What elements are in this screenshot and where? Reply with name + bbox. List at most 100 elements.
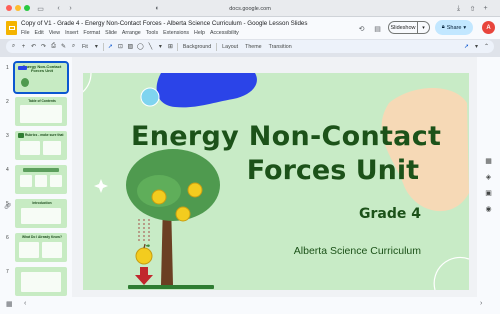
privacy-icon[interactable]: ◐ <box>152 3 163 14</box>
contacts-icon[interactable]: ◉ <box>482 202 495 215</box>
corner-arc-shape <box>83 73 92 93</box>
thumbnail-row[interactable]: 3 Rubrics - make sure that <box>2 131 70 161</box>
slideshow-button[interactable]: Slideshow <box>388 21 418 34</box>
thumbnail-blob <box>18 66 27 70</box>
toolbar: ⌕ + ↶ ↷ ⎙ ✎ ⌕ Fit ▾ ➚ ⊡ ▨ ◯ ╲ ▾ ⊞ Backgr… <box>6 40 494 53</box>
theme-button[interactable]: Theme <box>243 44 264 50</box>
thumbnail-text-block <box>21 208 61 224</box>
thumbnail-table <box>20 105 62 123</box>
thumbnail-row[interactable]: 2 Table of Contents <box>2 97 70 127</box>
grid-view-icon[interactable]: ▦ <box>6 300 13 308</box>
minimize-window-button[interactable] <box>15 5 21 11</box>
calendar-icon[interactable]: ▦ <box>482 154 495 167</box>
bottom-bar: ▦ ‹ › <box>0 297 500 314</box>
share-page-icon[interactable]: ⇧ <box>467 3 478 14</box>
slideshow-dropdown-icon[interactable]: ▾ <box>418 21 430 34</box>
menu-file[interactable]: File <box>21 30 30 36</box>
menu-slide[interactable]: Slide <box>105 30 117 36</box>
ground-shape <box>128 285 214 289</box>
address-bar[interactable]: docs.google.com <box>180 3 320 14</box>
thumbnail-header <box>23 168 59 172</box>
transition-button[interactable]: Transition <box>267 44 294 50</box>
close-window-button[interactable] <box>6 5 12 11</box>
search-menus-icon[interactable]: ⌕ <box>10 43 17 50</box>
layout-button[interactable]: Layout <box>220 44 240 50</box>
paint-format-icon[interactable]: ✎ <box>60 43 67 50</box>
back-icon[interactable]: ‹ <box>53 3 64 14</box>
menu-help[interactable]: Help <box>194 30 205 36</box>
avatar[interactable]: A <box>482 21 495 34</box>
menu-insert[interactable]: Insert <box>65 30 78 36</box>
app-header: Copy of V1 - Grade 4 - Energy Non-Contac… <box>0 17 500 39</box>
slide-thumbnail[interactable] <box>15 267 67 296</box>
divider <box>102 42 104 51</box>
zoom-dropdown-icon[interactable]: ▾ <box>93 43 100 50</box>
maximize-window-button[interactable] <box>24 5 30 11</box>
menu-extensions[interactable]: Extensions <box>163 30 189 36</box>
zoom-select[interactable]: Fit <box>80 44 90 50</box>
undo-icon[interactable]: ↶ <box>30 43 37 50</box>
thumbnail-title: Rubrics - make sure that <box>25 133 64 137</box>
redo-icon[interactable]: ↷ <box>40 43 47 50</box>
share-label: Share <box>446 24 462 31</box>
tasks-icon[interactable]: ▣ <box>482 186 495 199</box>
document-title[interactable]: Copy of V1 - Grade 4 - Energy Non-Contac… <box>21 20 307 27</box>
menu-view[interactable]: View <box>49 30 60 36</box>
cursor-mode-icon[interactable]: ➚ <box>463 43 470 50</box>
slide-thumbnail[interactable]: Energy Non-Contact Forces Unit <box>13 61 69 94</box>
slide-subtitle[interactable]: Alberta Science Curriculum <box>243 245 421 257</box>
slide-thumbnail[interactable] <box>15 165 67 194</box>
expand-panel-icon[interactable]: › <box>480 300 482 307</box>
collapse-toolbar-icon[interactable]: ⌃ <box>483 43 490 50</box>
new-slide-icon[interactable]: + <box>20 44 27 50</box>
line-dropdown-icon[interactable]: ▾ <box>157 43 164 50</box>
keep-icon[interactable]: ◈ <box>482 170 495 183</box>
slide-thumbnail[interactable]: What Do I Already Know? <box>15 233 67 262</box>
apple-leaf-shape <box>145 244 150 247</box>
thumbnail-tree <box>21 78 29 87</box>
thumbnail-title: Table of Contents <box>28 99 56 103</box>
forward-icon[interactable]: › <box>65 3 76 14</box>
background-button[interactable]: Background <box>181 44 213 50</box>
new-tab-icon[interactable]: + <box>480 3 491 14</box>
history-icon[interactable]: ⟲ <box>356 23 367 34</box>
download-icon[interactable]: ⤓ <box>453 3 464 14</box>
link-icon[interactable]: 🔗︎ <box>4 203 12 210</box>
print-icon[interactable]: ⎙ <box>50 43 57 50</box>
slide-thumbnail[interactable]: Table of Contents <box>15 97 67 126</box>
thumbnail-row[interactable]: 4 <box>2 165 70 195</box>
text-box-icon[interactable]: ⊡ <box>117 43 124 50</box>
shape-icon[interactable]: ◯ <box>137 43 144 50</box>
thumbnail-row[interactable]: 7 <box>2 267 70 297</box>
thumbnail-row[interactable]: 1 Energy Non-Contact Forces Unit <box>2 61 70 94</box>
thumbnail-title: Introduction <box>32 201 52 205</box>
slide-grade-label[interactable]: Grade 4 <box>313 206 421 222</box>
menu-edit[interactable]: Edit <box>35 30 44 36</box>
zoom-icon[interactable]: ⌕ <box>70 43 77 50</box>
outline-circle-shape <box>140 87 160 107</box>
comments-icon[interactable]: ▤ <box>372 23 383 34</box>
image-icon[interactable]: ▨ <box>127 43 134 50</box>
menu-tools[interactable]: Tools <box>146 30 158 36</box>
slide-1[interactable]: Energy Non-Contact Forces Unit Grade 4 A… <box>83 73 469 290</box>
collapse-filmstrip-icon[interactable]: ‹ <box>24 300 26 307</box>
share-button[interactable]: 🔒︎ Share ▾ <box>435 20 473 35</box>
slide-title-line-1[interactable]: Energy Non-Contact <box>131 121 441 152</box>
slide-title-line-2[interactable]: Forces Unit <box>131 155 419 186</box>
select-tool-icon[interactable]: ➚ <box>107 43 114 50</box>
line-icon[interactable]: ╲ <box>147 43 154 50</box>
comment-add-icon[interactable]: ⊞ <box>167 43 174 50</box>
thumbnail-text-block <box>21 272 61 292</box>
menu-accessibility[interactable]: Accessibility <box>210 30 239 36</box>
slideshow-label: Slideshow <box>390 24 416 31</box>
menu-arrange[interactable]: Arrange <box>122 30 141 36</box>
thumbnail-row[interactable]: 5 Introduction <box>2 199 70 229</box>
slide-thumbnail[interactable]: Introduction <box>15 199 67 228</box>
slide-thumbnail[interactable]: Rubrics - make sure that <box>15 131 67 160</box>
apple-stem-shape <box>143 243 146 249</box>
sidebar-toggle-icon[interactable]: ▭ <box>35 3 46 14</box>
menu-format[interactable]: Format <box>83 30 100 36</box>
thumbnail-row[interactable]: 6 What Do I Already Know? <box>2 233 70 263</box>
cursor-mode-dropdown-icon[interactable]: ▾ <box>473 43 480 50</box>
slides-logo-icon[interactable] <box>6 21 17 35</box>
